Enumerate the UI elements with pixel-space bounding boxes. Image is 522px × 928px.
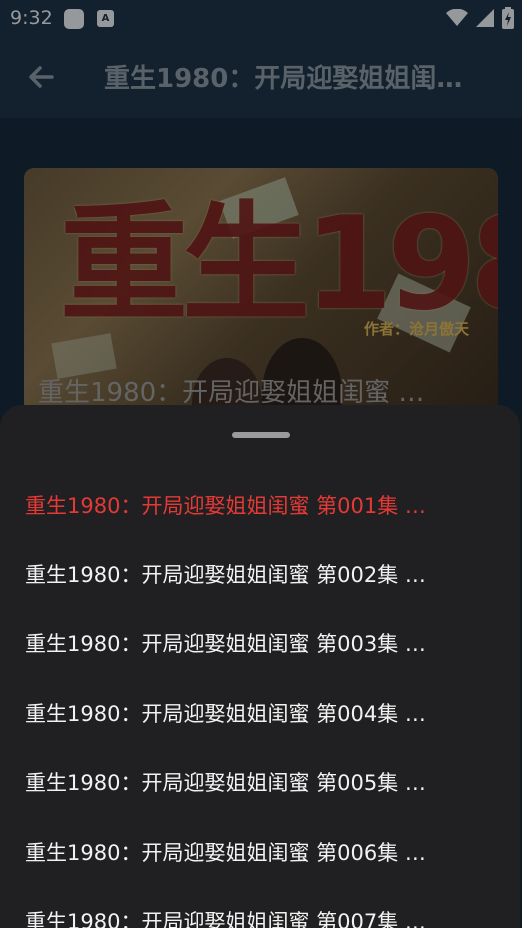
episode-item-001[interactable]: 重生1980：开局迎娶姐姐闺蜜 第001集 … xyxy=(25,486,485,526)
episode-bottom-sheet: 重生1980：开局迎娶姐姐闺蜜 第001集 … 重生1980：开局迎娶姐姐闺蜜 … xyxy=(0,405,520,928)
drag-handle[interactable] xyxy=(232,432,290,438)
episode-item-002[interactable]: 重生1980：开局迎娶姐姐闺蜜 第002集 … xyxy=(25,555,485,595)
episode-item-003[interactable]: 重生1980：开局迎娶姐姐闺蜜 第003集 … xyxy=(25,624,485,664)
episode-item-005[interactable]: 重生1980：开局迎娶姐姐闺蜜 第005集 … xyxy=(25,763,485,803)
episode-item-004[interactable]: 重生1980：开局迎娶姐姐闺蜜 第004集 … xyxy=(25,694,485,734)
episode-item-006[interactable]: 重生1980：开局迎娶姐姐闺蜜 第006集 … xyxy=(25,833,485,873)
episode-item-007[interactable]: 重生1980：开局迎娶姐姐闺蜜 第007集 … xyxy=(25,902,485,928)
